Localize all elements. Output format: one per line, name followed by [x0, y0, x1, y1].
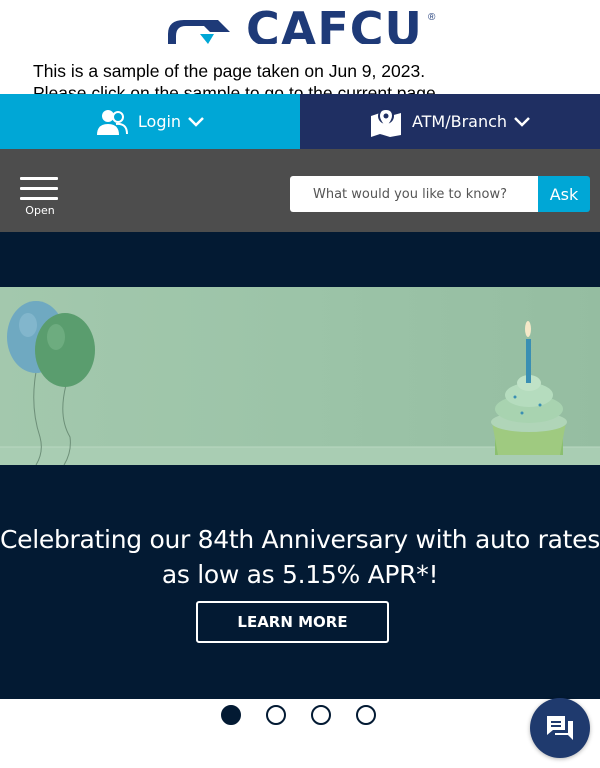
quick-actions: Login ATM/Branch — [0, 94, 600, 149]
chat-button[interactable] — [530, 698, 590, 758]
login-button[interactable]: Login — [0, 94, 300, 149]
atm-branch-label: ATM/Branch — [411, 112, 508, 131]
hero-headline: Celebrating our 84th Anniversary with au… — [0, 525, 600, 589]
ask-button[interactable]: Ask — [538, 176, 590, 212]
registered-mark: ® — [428, 12, 436, 23]
menu-button[interactable]: Open — [20, 177, 60, 223]
sample-notice-line-1: This is a sample of the page taken on Ju… — [33, 61, 426, 81]
hamburger-icon — [20, 187, 58, 190]
carousel-dots — [221, 705, 401, 725]
hamburger-icon — [20, 177, 58, 180]
hamburger-icon — [20, 197, 58, 200]
logo-wordmark: CAFCU — [246, 8, 423, 44]
hero-image — [0, 287, 600, 465]
cafcu-logo[interactable]: CAFCU ® — [166, 8, 440, 44]
hero-banner: Celebrating our 84th Anniversary with au… — [0, 232, 600, 699]
sample-notice[interactable]: This is a sample of the page taken on Ju… — [30, 60, 451, 94]
carousel-dot-1[interactable] — [221, 705, 241, 725]
chat-icon — [547, 716, 573, 740]
search-input[interactable] — [290, 176, 538, 212]
map-pin-icon — [370, 107, 402, 137]
chevron-down-icon — [514, 116, 530, 127]
logo-mark-icon — [168, 20, 230, 44]
atm-branch-button[interactable]: ATM/Branch — [300, 94, 600, 149]
carousel-dot-4[interactable] — [356, 705, 376, 725]
login-label: Login — [137, 112, 182, 131]
menu-label: Open — [25, 204, 55, 217]
learn-more-button[interactable]: LEARN MORE — [196, 601, 389, 643]
header: CAFCU ® This is a sample of the page tak… — [0, 0, 600, 94]
carousel-dot-2[interactable] — [266, 705, 286, 725]
users-icon — [96, 108, 128, 136]
carousel-dot-3[interactable] — [311, 705, 331, 725]
sample-notice-line-2: Please click on the sample to go to the … — [33, 83, 441, 94]
chevron-down-icon — [188, 116, 204, 127]
